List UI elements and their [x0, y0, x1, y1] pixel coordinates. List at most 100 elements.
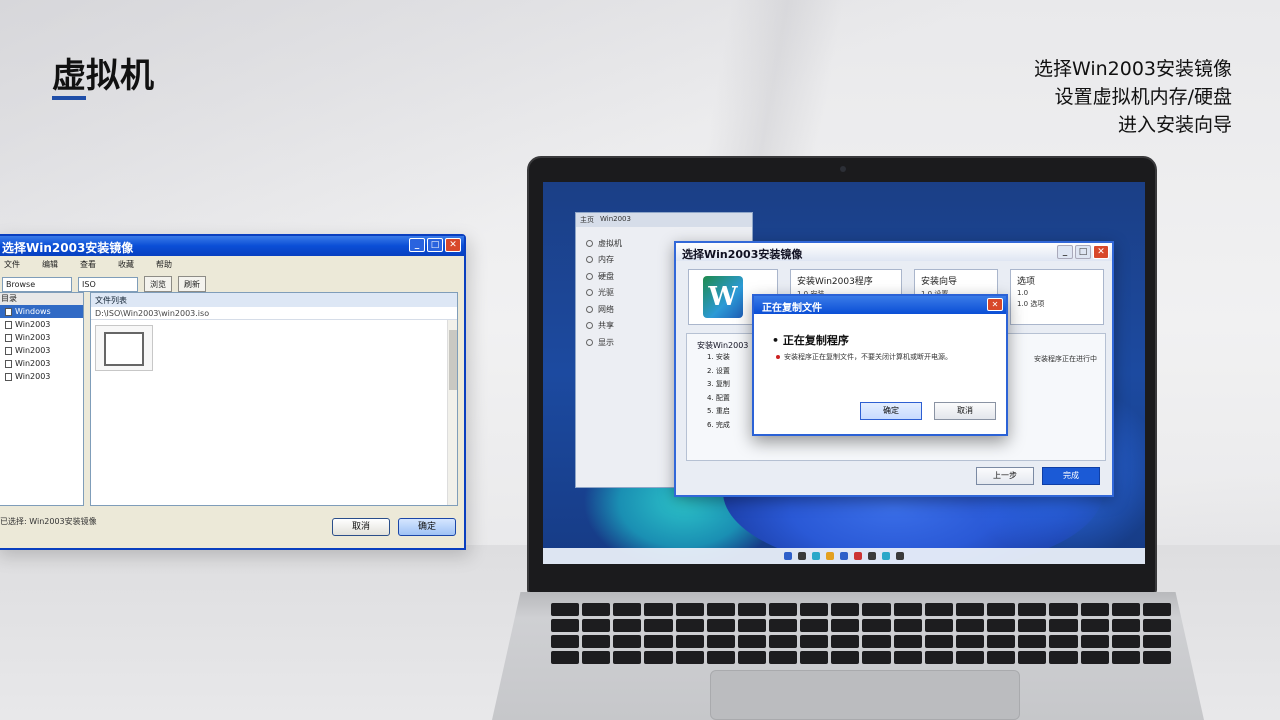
taskbar-app-icon[interactable] [854, 552, 862, 560]
keyboard-key [800, 651, 829, 664]
windows-logo-icon: W [703, 276, 743, 318]
menu-view[interactable]: 查看 [80, 259, 96, 270]
dialog-message: 安装程序正在复制文件，不要关闭计算机或断开电源。 [776, 352, 986, 363]
keyboard-key [706, 651, 735, 664]
keyboard-key [862, 651, 891, 664]
keyboard-key [582, 603, 611, 616]
keyboard-key [831, 635, 860, 648]
device-icon [586, 322, 593, 330]
taskbar-app-icon[interactable] [812, 552, 820, 560]
close-button[interactable]: ✕ [1093, 245, 1109, 259]
keyboard-key [1018, 603, 1047, 616]
laptop-screen: 主页 Win2003 虚拟机 内存 硬盘 光驱 网络 共享 显示 选择Win20… [543, 182, 1145, 564]
keyboard-key [831, 603, 860, 616]
trackpad[interactable] [710, 670, 1020, 720]
keyboard-key [613, 619, 642, 632]
taskbar-app-icon[interactable] [840, 552, 848, 560]
keyboard-key [551, 651, 580, 664]
cancel-button[interactable]: 取消 [332, 518, 390, 536]
device-icon [586, 239, 593, 247]
dialog-title: 正在复制文件 [762, 303, 822, 314]
keyboard-key [1018, 635, 1047, 648]
keyboard-key [893, 635, 922, 648]
menu-file[interactable]: 文件 [4, 259, 20, 270]
tree-item[interactable]: Windows [0, 305, 83, 318]
close-button[interactable]: ✕ [987, 298, 1003, 311]
maximize-button[interactable]: □ [1075, 245, 1091, 259]
keyboard-key [1049, 603, 1078, 616]
tree-header: 目录 [0, 293, 83, 305]
keyboard-key [924, 651, 953, 664]
tab-home[interactable]: 主页 [580, 215, 594, 225]
cancel-button[interactable]: 取消 [934, 402, 996, 420]
keyboard-key [1080, 619, 1109, 632]
path-combo[interactable]: Browse [2, 276, 72, 292]
scrollbar-thumb[interactable] [449, 330, 457, 390]
keyboard-key [737, 635, 767, 648]
keyboard-key [1142, 635, 1171, 648]
minimize-button[interactable]: _ [1057, 245, 1073, 259]
keyboard [548, 600, 1174, 664]
finish-button[interactable]: 完成 [1042, 467, 1100, 485]
type-combo[interactable]: ISO [78, 276, 138, 292]
maximize-button[interactable]: □ [427, 238, 443, 252]
image-select-window: 选择Win2003安装镜像 _ □ ✕ 文件 编辑 查看 收藏 帮助 Brows… [0, 234, 466, 550]
taskbar-app-icon[interactable] [882, 552, 890, 560]
back-button[interactable]: 上一步 [976, 467, 1034, 485]
keyboard-key [737, 619, 767, 632]
device-icon [586, 289, 593, 297]
tree-item[interactable]: Win2003 [0, 357, 83, 370]
device-icon [586, 338, 593, 346]
keyboard-key [1049, 619, 1078, 632]
keyboard-key [1111, 603, 1140, 616]
iso-file-thumbnail[interactable] [95, 325, 153, 371]
keyboard-key [955, 635, 985, 648]
keyboard-key [831, 651, 860, 664]
minimize-button[interactable]: _ [409, 238, 425, 252]
keyboard-key [1080, 603, 1109, 616]
refresh-button[interactable]: 刷新 [178, 276, 206, 292]
taskbar-app-icon[interactable] [896, 552, 904, 560]
installer-title: 选择Win2003安装镜像 [682, 248, 803, 261]
tree-item[interactable]: Win2003 [0, 370, 83, 383]
ok-button[interactable]: 确定 [398, 518, 456, 536]
menu-favorites[interactable]: 收藏 [118, 259, 134, 270]
scrollbar[interactable] [447, 320, 457, 505]
keyboard-key [800, 619, 829, 632]
keyboard-key [737, 603, 767, 616]
status-text: 已选择: Win2003安装镜像 [0, 517, 97, 526]
keyboard-key [582, 635, 611, 648]
keyboard-key [644, 635, 673, 648]
tab-win2003[interactable]: Win2003 [600, 215, 631, 225]
ok-button[interactable]: 确定 [860, 402, 922, 420]
keyboard-key [924, 603, 953, 616]
device-icon [586, 272, 593, 280]
window-titlebar: 选择Win2003安装镜像 _ □ ✕ [0, 236, 464, 256]
keyboard-key [582, 651, 611, 664]
copy-progress-dialog: 正在复制文件 ✕ • 正在复制程序 安装程序正在复制文件，不要关闭计算机或断开电… [752, 294, 1008, 436]
keyboard-key [893, 651, 922, 664]
keyboard-key [706, 603, 735, 616]
browse-button[interactable]: 浏览 [144, 276, 172, 292]
steps-list: 选择Win2003安装镜像 设置虚拟机内存/硬盘 进入安装向导 [1034, 55, 1232, 139]
tree-item[interactable]: Win2003 [0, 344, 83, 357]
keyboard-key [769, 619, 798, 632]
menu-edit[interactable]: 编辑 [42, 259, 58, 270]
close-button[interactable]: ✕ [445, 238, 461, 252]
file-path[interactable]: D:\ISO\Win2003\win2003.iso [91, 307, 457, 320]
folder-icon[interactable] [826, 552, 834, 560]
start-icon[interactable] [784, 552, 792, 560]
folder-icon [5, 359, 12, 368]
keyboard-key [1111, 635, 1140, 648]
keyboard-key [1142, 651, 1171, 664]
taskbar [543, 548, 1145, 564]
search-icon[interactable] [798, 552, 806, 560]
menu-help[interactable]: 帮助 [156, 259, 172, 270]
tree-item[interactable]: Win2003 [0, 318, 83, 331]
keyboard-key [675, 619, 704, 632]
keyboard-key [737, 651, 767, 664]
keyboard-key [675, 635, 704, 648]
keyboard-key [1111, 651, 1140, 664]
taskbar-app-icon[interactable] [868, 552, 876, 560]
tree-item[interactable]: Win2003 [0, 331, 83, 344]
